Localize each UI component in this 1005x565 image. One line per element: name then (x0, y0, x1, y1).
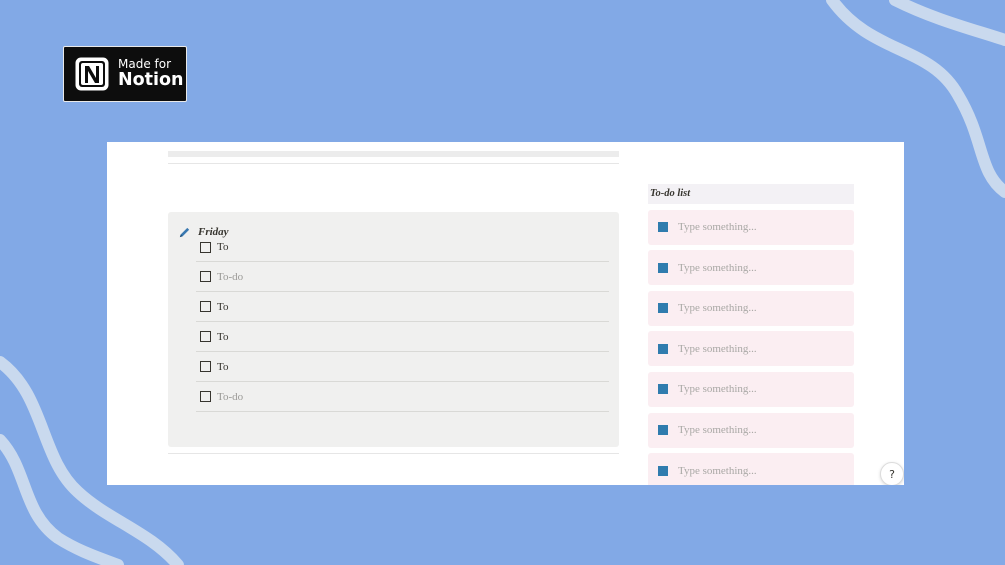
badge-line1: Made for (118, 57, 172, 72)
todo-item[interactable]: To (196, 292, 609, 322)
todo-item[interactable]: To (196, 352, 609, 382)
task-item[interactable]: Type something... (648, 290, 854, 326)
pen-icon (179, 227, 190, 237)
task-placeholder[interactable]: Type something... (678, 262, 757, 274)
day-callout-block[interactable]: Friday To To-do To To To To-do (168, 212, 619, 447)
badge-text: Made for Notion (118, 58, 184, 90)
task-item[interactable]: Type something... (648, 371, 854, 407)
notion-logo-icon (75, 57, 109, 91)
task-placeholder[interactable]: Type something... (678, 343, 757, 355)
task-marker-icon (658, 384, 668, 395)
divider-bottom (168, 453, 619, 454)
task-item[interactable]: Type something... (648, 331, 854, 367)
help-button[interactable]: ? (880, 462, 904, 485)
task-marker-icon (658, 425, 668, 436)
todo-placeholder[interactable]: To-do (217, 391, 243, 403)
badge-line2: Notion (118, 70, 184, 91)
task-placeholder[interactable]: Type something... (678, 383, 757, 395)
task-marker-icon (658, 262, 668, 273)
todo-label[interactable]: To (217, 331, 228, 343)
divider-top (168, 163, 619, 164)
todo-placeholder[interactable]: To-do (217, 271, 243, 283)
task-item[interactable]: Type something... (648, 209, 854, 245)
checkbox[interactable] (200, 241, 211, 253)
checkbox[interactable] (200, 331, 211, 342)
todo-item[interactable]: To (196, 233, 609, 262)
todo-item[interactable]: To (196, 322, 609, 352)
todo-sidebar: To-do list Type something... Type someth… (648, 184, 854, 485)
todo-item[interactable]: To-do (196, 382, 609, 412)
todo-item[interactable]: To-do (196, 262, 609, 292)
task-marker-icon (658, 303, 668, 314)
task-placeholder[interactable]: Type something... (678, 221, 757, 233)
todo-list: To To-do To To To To-do (196, 233, 609, 412)
sidebar-title: To-do list (648, 184, 854, 204)
checkbox[interactable] (200, 361, 211, 372)
todo-label[interactable]: To (217, 241, 228, 253)
notion-page-card: Friday To To-do To To To To-do To-do lis… (107, 142, 904, 485)
task-placeholder[interactable]: Type something... (678, 302, 757, 314)
todo-label[interactable]: To (217, 361, 228, 373)
task-item[interactable]: Type something... (648, 250, 854, 286)
task-marker-icon (658, 465, 668, 476)
checkbox[interactable] (200, 271, 211, 282)
task-placeholder[interactable]: Type something... (678, 465, 757, 477)
task-placeholder[interactable]: Type something... (678, 424, 757, 436)
task-item[interactable]: Type something... (648, 453, 854, 485)
task-item[interactable]: Type something... (648, 412, 854, 448)
task-marker-icon (658, 343, 668, 354)
made-for-notion-badge: Made for Notion (63, 46, 187, 102)
todo-label[interactable]: To (217, 301, 228, 313)
checkbox[interactable] (200, 391, 211, 402)
checkbox[interactable] (200, 301, 211, 312)
task-marker-icon (658, 222, 668, 233)
top-block-remnant (168, 151, 619, 157)
